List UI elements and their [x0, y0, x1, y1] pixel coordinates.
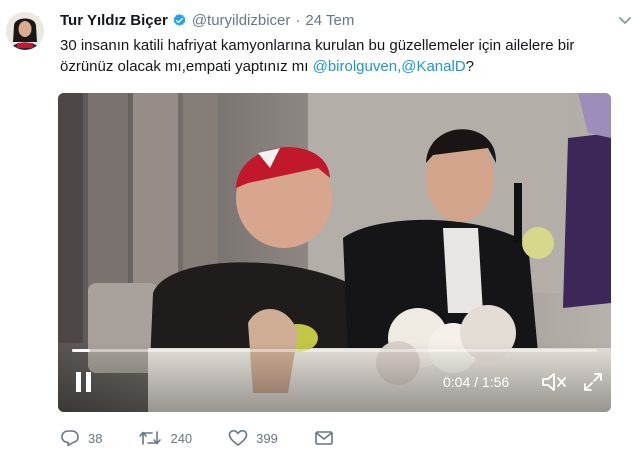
author-handle[interactable]: @turyildizbicer: [192, 12, 291, 29]
tweet-date[interactable]: 24 Tem: [305, 12, 354, 29]
author-name[interactable]: Tur Yıldız Biçer: [60, 12, 168, 29]
video-elapsed: 0:04: [443, 374, 471, 390]
mention-link[interactable]: @KanalD: [401, 58, 465, 75]
chevron-down-icon[interactable]: [618, 13, 632, 25]
video-time-separator: /: [470, 374, 482, 390]
like-button[interactable]: 399: [228, 429, 278, 447]
envelope-icon: [315, 431, 333, 445]
retweet-icon: [139, 431, 162, 445]
fullscreen-icon[interactable]: [582, 371, 604, 398]
message-button[interactable]: [314, 430, 342, 446]
mute-icon[interactable]: [540, 371, 568, 398]
retweet-count: 240: [170, 430, 193, 446]
avatar[interactable]: [6, 12, 44, 50]
reply-button[interactable]: 38: [60, 429, 102, 447]
video-progress-bar[interactable]: [72, 349, 597, 352]
reply-count: 38: [88, 430, 103, 446]
tweet-card: Tur Yıldız Biçer @turyildizbicer · 24 Te…: [0, 0, 640, 451]
video-timecode: 0:04 / 1:56: [443, 374, 509, 390]
reply-icon: [61, 430, 79, 447]
tweet-header: Tur Yıldız Biçer @turyildizbicer · 24 Te…: [60, 10, 354, 30]
header-separator: ·: [295, 11, 301, 29]
tweet-text-end: ?: [465, 58, 475, 75]
video-duration: 1:56: [481, 374, 510, 390]
mention-link[interactable]: @birolguven: [313, 58, 397, 75]
like-count: 399: [256, 430, 278, 446]
retweet-button[interactable]: 240: [138, 429, 192, 447]
video-progress-fill: [72, 349, 90, 352]
avatar-portrait-image: [6, 12, 44, 50]
tweet-text: 30 insanın katili hafriyat kamyonlarına …: [60, 35, 625, 77]
pause-icon[interactable]: [72, 369, 96, 400]
verified-badge-icon: [172, 13, 187, 28]
tweet-actions: 38 240 399: [60, 428, 378, 448]
video-controls: [58, 342, 611, 412]
video-player[interactable]: 0:04 / 1:56: [58, 93, 611, 412]
heart-icon: [228, 429, 248, 446]
